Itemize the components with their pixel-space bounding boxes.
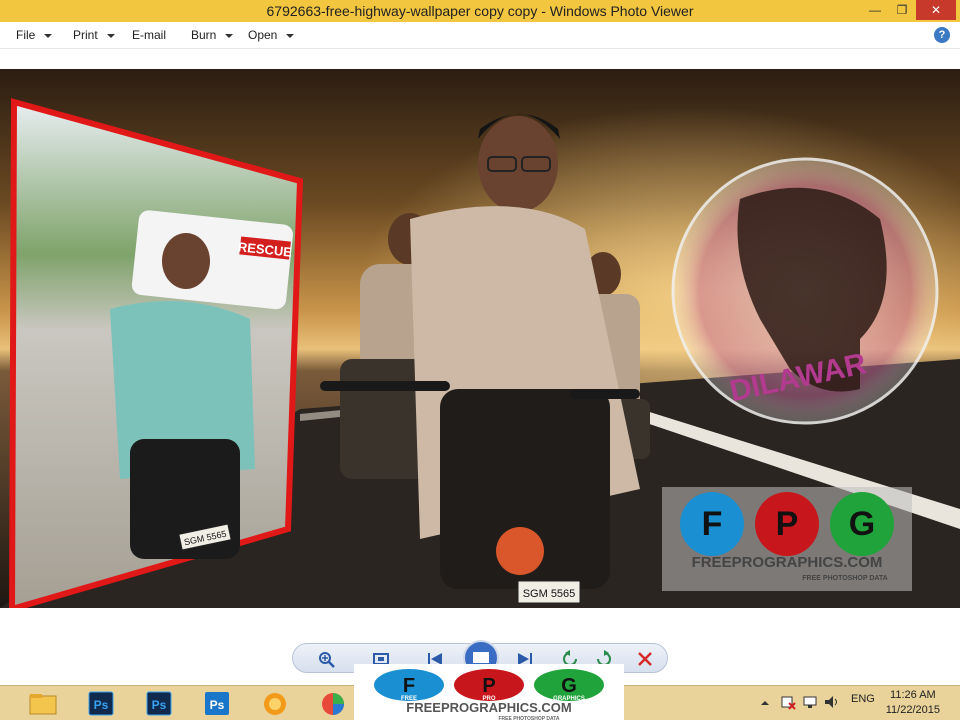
svg-text:Ps: Ps: [94, 698, 109, 712]
menu-bar: File Print E-mail Burn Open ?: [0, 22, 960, 49]
menu-email[interactable]: E-mail: [132, 28, 166, 42]
menu-burn-label: Burn: [191, 28, 217, 42]
wm2-tagline: FREE PHOTOSHOP DATA: [498, 716, 559, 721]
framed-photo-left: RESCUE SGM 5565: [9, 98, 304, 608]
menu-file[interactable]: File: [16, 28, 53, 42]
window-title: 6792663-free-highway-wallpaper copy copy…: [266, 3, 694, 19]
network-icon[interactable]: [802, 694, 818, 710]
wm-p: P: [776, 505, 799, 543]
wm2-p: P: [482, 675, 495, 697]
portrait-logo: DILAWAR: [671, 157, 939, 425]
menu-open[interactable]: Open: [248, 28, 295, 42]
menu-open-label: Open: [248, 28, 278, 42]
volume-icon[interactable]: [823, 694, 839, 710]
photoshop-icon[interactable]: Ps: [136, 688, 182, 719]
menu-print-label: Print: [73, 28, 98, 42]
clock-time: 11:26 AM: [890, 689, 936, 701]
wm-site: FREEPROGRAPHICS.COM: [692, 554, 883, 571]
show-hidden-icons-icon[interactable]: [760, 698, 770, 708]
photoshop-icon[interactable]: Ps: [78, 688, 124, 719]
close-window-button[interactable]: ✕: [916, 0, 956, 20]
wm-g: G: [849, 505, 875, 543]
watermark-overlay: F P G FREE PRO GRAPHICS FREEPROGRAPHICS.…: [354, 664, 624, 722]
svg-text:Ps: Ps: [210, 698, 225, 712]
image-viewport: SGM 5565 RESCUE SGM 5565 DILAWAR F P G F…: [0, 49, 960, 630]
menu-email-label: E-mail: [132, 28, 167, 42]
photoshop-icon[interactable]: Ps: [194, 688, 240, 719]
file-explorer-icon[interactable]: [20, 688, 66, 719]
wm2-site: FREEPROGRAPHICS.COM: [406, 700, 571, 715]
watermark-overlay-graphic: F P G FREE PRO GRAPHICS FREEPROGRAPHICS.…: [374, 669, 604, 722]
taskbar: Ps Ps Ps F P G FREE PRO GRAPHICS FREEPRO…: [0, 664, 960, 722]
clock-date: 11/22/2015: [885, 704, 940, 716]
restore-button[interactable]: ❐: [889, 0, 915, 20]
chevron-down-icon: [106, 33, 115, 38]
menu-burn[interactable]: Burn: [191, 28, 234, 42]
clock[interactable]: 11:26 AM 11/22/2015: [886, 688, 940, 718]
delete-icon[interactable]: [635, 650, 655, 668]
wm2-f: F: [403, 675, 415, 697]
title-bar: 6792663-free-highway-wallpaper copy copy…: [0, 0, 960, 22]
media-player-icon[interactable]: [252, 688, 298, 719]
plate-main: SGM 5565: [523, 588, 576, 600]
menu-file-label: File: [16, 28, 36, 42]
photo-viewer-icon[interactable]: [310, 688, 356, 719]
action-center-icon[interactable]: [780, 694, 796, 710]
watermark-photo: F P G FREEPROGRAPHICS.COM FREE PHOTOSHOP…: [662, 487, 912, 591]
wm-tagline: FREE PHOTOSHOP DATA: [802, 575, 887, 582]
language-indicator[interactable]: ENG: [851, 693, 875, 705]
wm-f: F: [702, 505, 723, 543]
help-icon[interactable]: ?: [934, 27, 950, 43]
displayed-photo: SGM 5565 RESCUE SGM 5565 DILAWAR F P G F…: [0, 69, 960, 608]
wm2-g: G: [561, 675, 577, 697]
photo-composition: SGM 5565 RESCUE SGM 5565 DILAWAR F P G F…: [0, 69, 960, 608]
chevron-down-icon: [225, 33, 234, 38]
svg-text:Ps: Ps: [152, 698, 167, 712]
minimize-button[interactable]: —: [862, 0, 888, 20]
zoom-icon[interactable]: [317, 650, 337, 668]
menu-print[interactable]: Print: [73, 28, 115, 42]
chevron-down-icon: [44, 33, 53, 38]
chevron-down-icon: [286, 33, 295, 38]
